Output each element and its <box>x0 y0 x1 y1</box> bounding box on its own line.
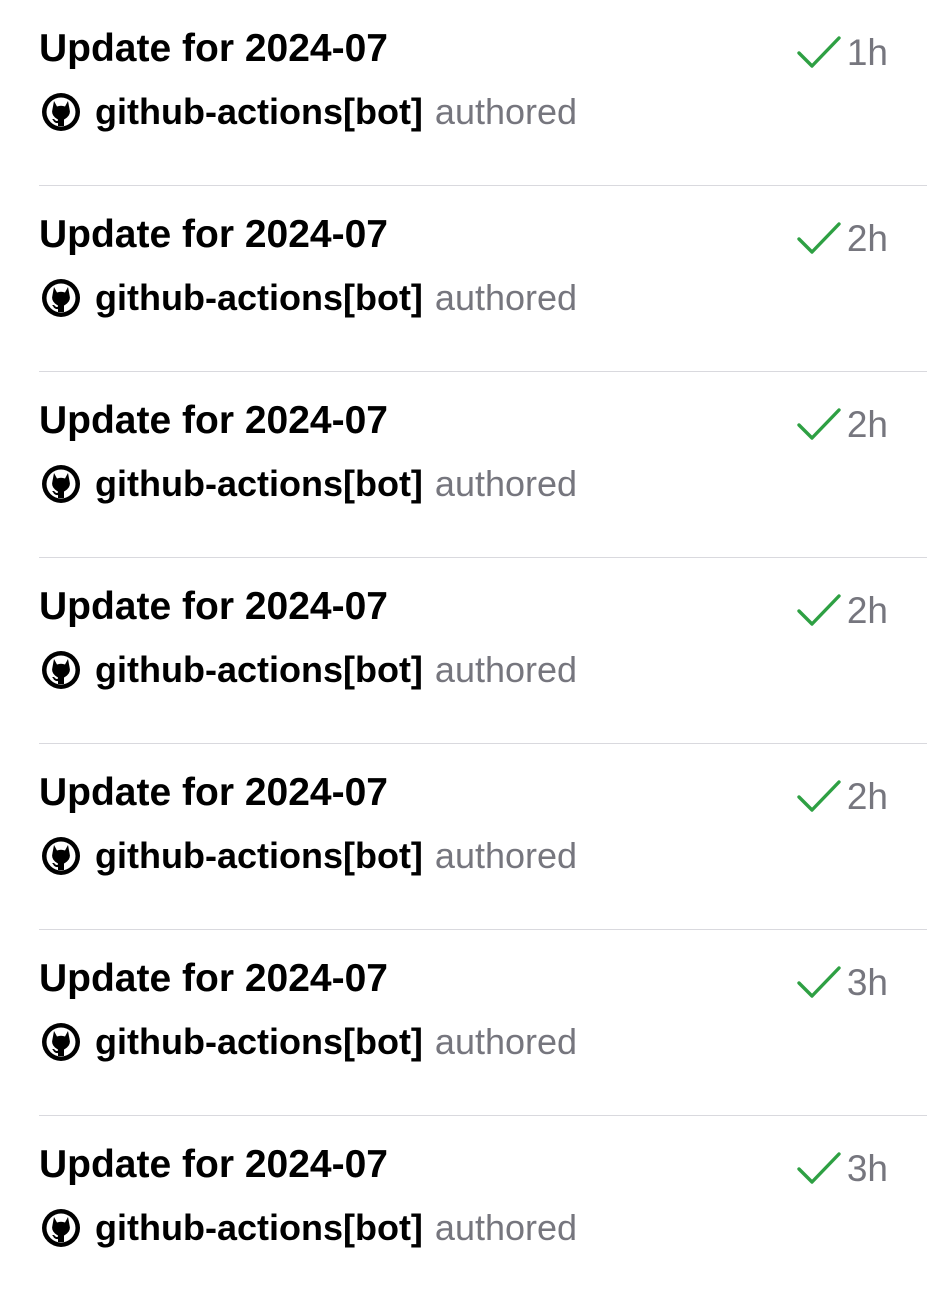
github-mark-icon <box>41 1022 81 1062</box>
commit-row[interactable]: Update for 2024-07 github-actions[bot] a… <box>0 1116 927 1302</box>
commit-action: authored <box>434 91 578 132</box>
commit-action: authored <box>434 1207 578 1248</box>
commit-author[interactable]: github-actions[bot] <box>95 460 423 508</box>
commit-author[interactable]: github-actions[bot] <box>95 88 423 136</box>
commit-title: Update for 2024-07 <box>39 585 388 628</box>
check-icon <box>795 1149 843 1189</box>
commit-row[interactable]: Update for 2024-07 github-actions[bot] a… <box>0 558 927 744</box>
github-mark-icon <box>41 464 81 504</box>
commit-author[interactable]: github-actions[bot] <box>95 274 423 322</box>
commit-time: 2h <box>846 590 888 631</box>
commit-status: 3h <box>795 1147 888 1191</box>
commit-row[interactable]: Update for 2024-07 github-actions[bot] a… <box>0 372 927 558</box>
commit-meta: github-actions[bot] authored <box>41 88 577 136</box>
github-mark-icon <box>41 836 81 876</box>
commit-time: 1h <box>846 32 888 73</box>
check-icon <box>795 33 843 73</box>
commit-author[interactable]: github-actions[bot] <box>95 1204 423 1252</box>
commit-title: Update for 2024-07 <box>39 27 388 70</box>
commit-title: Update for 2024-07 <box>39 957 388 1000</box>
commit-meta: github-actions[bot] authored <box>41 274 577 322</box>
commit-row[interactable]: Update for 2024-07 github-actions[bot] a… <box>0 930 927 1116</box>
github-mark-icon <box>41 1208 81 1248</box>
check-icon <box>795 405 843 445</box>
commit-row[interactable]: Update for 2024-07 github-actions[bot] a… <box>0 186 927 372</box>
commit-status: 2h <box>795 403 888 447</box>
commit-title: Update for 2024-07 <box>39 213 388 256</box>
commit-meta: github-actions[bot] authored <box>41 832 577 880</box>
commit-time: 3h <box>846 1148 888 1189</box>
commit-meta: github-actions[bot] authored <box>41 1018 577 1066</box>
commit-status: 2h <box>795 217 888 261</box>
commit-title: Update for 2024-07 <box>39 399 388 442</box>
commit-author[interactable]: github-actions[bot] <box>95 832 423 880</box>
commit-status: 3h <box>795 961 888 1005</box>
commit-action: authored <box>434 1021 578 1062</box>
commit-status: 2h <box>795 775 888 819</box>
check-icon <box>795 591 843 631</box>
commit-time: 2h <box>846 404 888 445</box>
check-icon <box>795 963 843 1003</box>
commit-meta: github-actions[bot] authored <box>41 646 577 694</box>
commit-action: authored <box>434 277 578 318</box>
commit-status: 1h <box>795 31 888 75</box>
github-mark-icon <box>41 650 81 690</box>
commit-action: authored <box>434 835 578 876</box>
commit-action: authored <box>434 649 578 690</box>
commit-row[interactable]: Update for 2024-07 github-actions[bot] a… <box>0 0 927 186</box>
commit-time: 3h <box>846 962 888 1003</box>
github-mark-icon <box>41 278 81 318</box>
commit-list: Update for 2024-07 github-actions[bot] a… <box>0 0 927 1280</box>
commit-time: 2h <box>846 218 888 259</box>
commit-author[interactable]: github-actions[bot] <box>95 1018 423 1066</box>
commit-status: 2h <box>795 589 888 633</box>
commit-time: 2h <box>846 776 888 817</box>
commit-row[interactable]: Update for 2024-07 github-actions[bot] a… <box>0 744 927 930</box>
check-icon <box>795 219 843 259</box>
commit-action: authored <box>434 463 578 504</box>
check-icon <box>795 777 843 817</box>
commit-meta: github-actions[bot] authored <box>41 460 577 508</box>
github-mark-icon <box>41 92 81 132</box>
commit-author[interactable]: github-actions[bot] <box>95 646 423 694</box>
commit-meta: github-actions[bot] authored <box>41 1204 577 1252</box>
commit-title: Update for 2024-07 <box>39 1143 388 1186</box>
commit-title: Update for 2024-07 <box>39 771 388 814</box>
